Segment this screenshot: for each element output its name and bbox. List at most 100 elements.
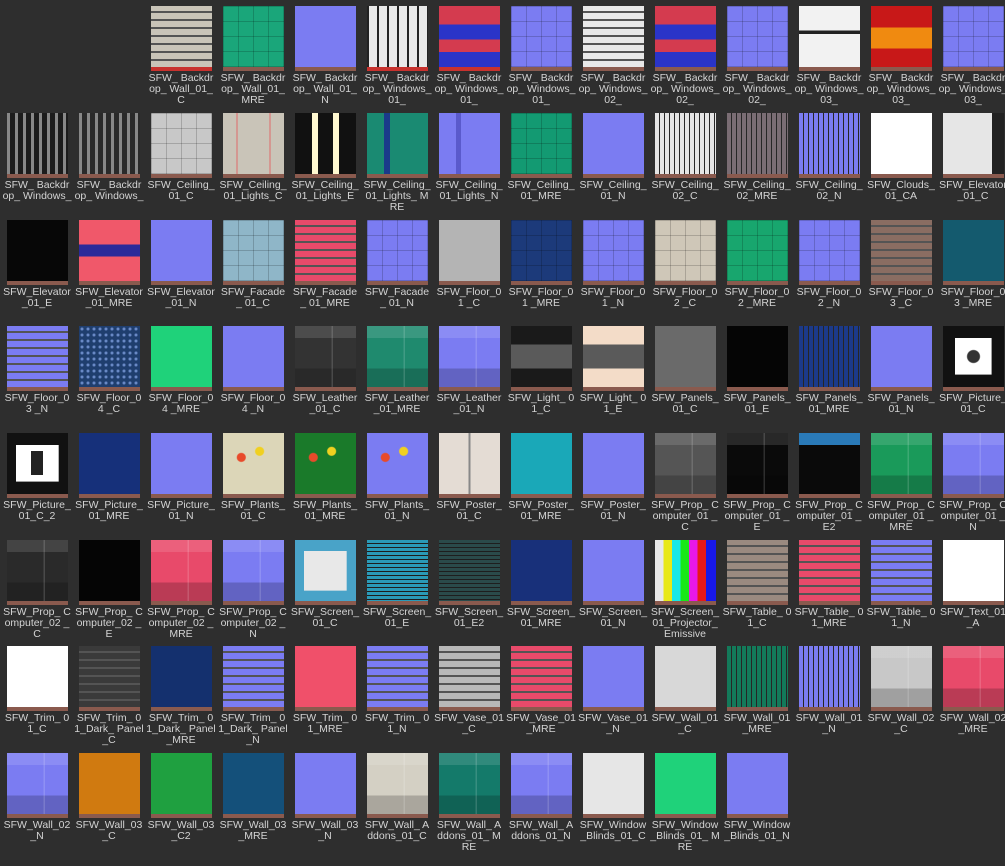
asset-type-bar: [223, 174, 284, 178]
asset-type-bar: [511, 494, 572, 498]
asset-label: SFW_Trim_ 01_Dark_ Panel_MRE: [146, 712, 216, 746]
asset-type-bar: [439, 814, 500, 818]
texture-thumbnail: [367, 326, 428, 387]
texture-thumbnail: [7, 433, 68, 494]
asset-type-bar: [583, 387, 644, 391]
texture-thumbnail: [223, 326, 284, 387]
asset-type-bar: [799, 387, 860, 391]
asset-label: SFW_Vase_01 _N: [578, 712, 648, 735]
asset-label: SFW_Wall_03 _C: [75, 819, 143, 842]
asset-type-bar: [511, 174, 572, 178]
asset-type-bar: [223, 601, 284, 605]
texture-thumbnail: [367, 540, 428, 601]
texture-thumbnail: [439, 6, 500, 67]
texture-thumbnail: [655, 753, 716, 814]
texture-thumbnail: [223, 220, 284, 281]
asset-type-bar: [7, 174, 68, 178]
asset-type-bar: [655, 387, 716, 391]
texture-thumbnail: [367, 646, 428, 707]
texture-thumbnail: [367, 113, 428, 174]
asset-label: SFW_Facade_ 01_C: [220, 286, 286, 309]
asset-type-bar: [295, 814, 356, 818]
asset-label: SFW_Ceiling_ 02_C: [651, 179, 719, 202]
texture-thumbnail: [655, 433, 716, 494]
asset-label: SFW_Floor_01 _C: [436, 286, 502, 309]
texture-thumbnail: [439, 753, 500, 814]
asset-type-bar: [367, 174, 428, 178]
texture-thumbnail: [295, 753, 356, 814]
asset-label: SFW_Prop_ Computer_02 _C: [3, 606, 71, 640]
texture-thumbnail: [583, 433, 644, 494]
asset-label: SFW_Screen_ 01_Projector_ Emissive: [650, 606, 720, 640]
texture-thumbnail: [223, 113, 284, 174]
asset-type-bar: [439, 174, 500, 178]
texture-thumbnail: [583, 753, 644, 814]
asset-label: SFW_Floor_04 _MRE: [148, 392, 214, 415]
texture-thumbnail: [871, 326, 932, 387]
asset-type-bar: [871, 281, 932, 285]
asset-label: SFW_Screen_ 01_C: [290, 606, 360, 629]
asset-label: SFW_Window _Blinds_01_ MRE: [650, 819, 720, 853]
texture-thumbnail: [655, 113, 716, 174]
asset-label: SFW_Trim_ 01_N: [364, 712, 430, 735]
texture-thumbnail: [799, 540, 860, 601]
texture-thumbnail: [439, 113, 500, 174]
asset-type-bar: [151, 387, 212, 391]
asset-type-bar: [79, 281, 140, 285]
asset-type-bar: [943, 67, 1004, 71]
asset-type-bar: [511, 601, 572, 605]
asset-type-bar: [943, 281, 1004, 285]
asset-label: SFW_Wall_03 _MRE: [219, 819, 287, 842]
texture-thumbnail: [151, 433, 212, 494]
asset-type-bar: [295, 174, 356, 178]
asset-type-bar: [439, 281, 500, 285]
asset-type-bar: [511, 707, 572, 711]
asset-type-bar: [151, 814, 212, 818]
texture-thumbnail: [655, 326, 716, 387]
asset-type-bar: [943, 601, 1004, 605]
asset-type-bar: [583, 174, 644, 178]
texture-thumbnail: [511, 540, 572, 601]
asset-type-bar: [367, 387, 428, 391]
asset-type-bar: [727, 494, 788, 498]
texture-thumbnail: [871, 540, 932, 601]
texture-thumbnail: [943, 6, 1004, 67]
texture-thumbnail: [79, 220, 140, 281]
texture-thumbnail: [151, 220, 212, 281]
asset-type-bar: [367, 601, 428, 605]
asset-type-bar: [655, 281, 716, 285]
asset-label: SFW_Leather _01_N: [436, 392, 502, 415]
texture-thumbnail: [943, 540, 1004, 601]
asset-type-bar: [223, 814, 284, 818]
asset-label: SFW_Wall_03 _N: [291, 819, 359, 842]
asset-label: SFW_Picture_ 01_N: [147, 499, 215, 522]
asset-label: SFW_ Backdrop_ Windows_03_: [794, 72, 864, 106]
asset-type-bar: [295, 707, 356, 711]
asset-type-bar: [223, 67, 284, 71]
asset-type-bar: [871, 707, 932, 711]
asset-type-bar: [871, 494, 932, 498]
texture-thumbnail: [151, 753, 212, 814]
asset-type-bar: [7, 601, 68, 605]
asset-type-bar: [799, 174, 860, 178]
texture-thumbnail: [7, 753, 68, 814]
texture-thumbnail: [583, 113, 644, 174]
asset-label: SFW_Poster_ 01_C: [436, 499, 502, 522]
texture-thumbnail: [223, 6, 284, 67]
asset-label: SFW_Wall_ Addons_01_N: [508, 819, 574, 842]
asset-label: SFW_Wall_02 _MRE: [939, 712, 1005, 735]
asset-type-bar: [7, 814, 68, 818]
asset-type-bar: [151, 707, 212, 711]
asset-type-bar: [439, 67, 500, 71]
asset-type-bar: [511, 814, 572, 818]
asset-label: SFW_Prop_ Computer_02 _N: [219, 606, 287, 640]
texture-thumbnail: [943, 220, 1004, 281]
asset-label: SFW_Panels_ 01_E: [723, 392, 791, 415]
texture-thumbnail: [151, 646, 212, 707]
texture-thumbnail: [583, 326, 644, 387]
asset-type-bar: [583, 281, 644, 285]
texture-thumbnail: [871, 646, 932, 707]
asset-type-bar: [583, 814, 644, 818]
asset-label: SFW_Leather _01_C: [292, 392, 358, 415]
asset-type-bar: [367, 67, 428, 71]
